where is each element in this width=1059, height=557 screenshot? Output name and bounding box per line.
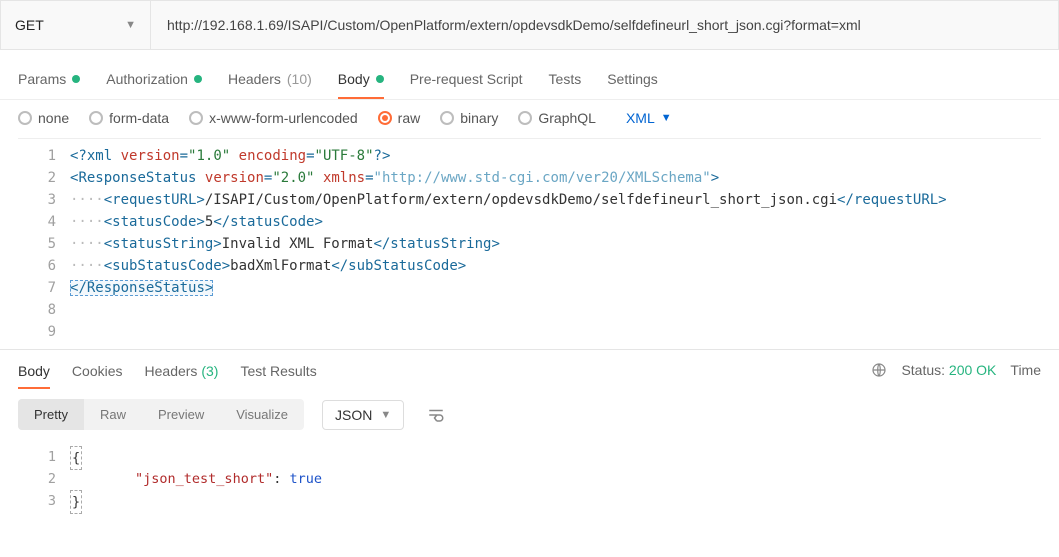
- view-preview[interactable]: Preview: [142, 399, 220, 430]
- view-visualize[interactable]: Visualize: [220, 399, 304, 430]
- http-method-select[interactable]: GET ▼: [1, 1, 151, 49]
- response-toolbar: Pretty Raw Preview Visualize JSON ▼: [0, 389, 1059, 436]
- code-area[interactable]: { "json_test_short": true }: [70, 446, 1041, 512]
- url-input[interactable]: http://192.168.1.69/ISAPI/Custom/OpenPla…: [151, 1, 1058, 49]
- body-type-xwww[interactable]: x-www-form-urlencoded: [189, 110, 358, 126]
- line-gutter: 1 2 3: [18, 446, 70, 512]
- body-type-raw[interactable]: raw: [378, 110, 421, 126]
- tab-settings[interactable]: Settings: [607, 71, 658, 99]
- chevron-down-icon: ▼: [125, 19, 136, 31]
- tab-tests[interactable]: Tests: [549, 71, 582, 99]
- response-status: Status: 200 OK: [901, 362, 996, 378]
- view-pretty[interactable]: Pretty: [18, 399, 84, 430]
- request-tabs: Params Authorization Headers (10) Body P…: [0, 58, 1059, 100]
- chevron-down-icon: ▼: [661, 112, 672, 124]
- tab-headers[interactable]: Headers (10): [228, 71, 312, 99]
- globe-icon[interactable]: [871, 362, 887, 378]
- line-gutter: 1 2 3 4 5 6 7 8 9: [18, 145, 70, 343]
- code-area[interactable]: <?xml version="1.0" encoding="UTF-8"?> <…: [70, 145, 1041, 343]
- dot-icon: [194, 75, 202, 83]
- chevron-down-icon: ▼: [380, 409, 391, 421]
- http-method-label: GET: [15, 17, 44, 33]
- tab-prerequest[interactable]: Pre-request Script: [410, 71, 523, 99]
- response-tab-testresults[interactable]: Test Results: [240, 363, 316, 389]
- response-tab-cookies[interactable]: Cookies: [72, 363, 123, 389]
- response-tab-headers[interactable]: Headers (3): [145, 363, 219, 389]
- tab-body[interactable]: Body: [338, 71, 384, 99]
- request-url-bar: GET ▼ http://192.168.1.69/ISAPI/Custom/O…: [0, 0, 1059, 50]
- response-tabs: Body Cookies Headers (3) Test Results: [18, 350, 317, 389]
- radio-icon: [18, 111, 32, 125]
- request-body-editor[interactable]: 1 2 3 4 5 6 7 8 9 <?xml version="1.0" en…: [18, 138, 1041, 343]
- body-type-binary[interactable]: binary: [440, 110, 498, 126]
- url-text: http://192.168.1.69/ISAPI/Custom/OpenPla…: [167, 17, 861, 33]
- response-tab-body[interactable]: Body: [18, 363, 50, 389]
- response-time-label: Time: [1010, 362, 1041, 378]
- body-type-row: none form-data x-www-form-urlencoded raw…: [0, 100, 1059, 134]
- radio-icon: [518, 111, 532, 125]
- tab-authorization[interactable]: Authorization: [106, 71, 202, 99]
- dot-icon: [376, 75, 384, 83]
- radio-icon: [189, 111, 203, 125]
- wrap-lines-button[interactable]: [418, 400, 454, 430]
- response-header: Body Cookies Headers (3) Test Results St…: [0, 349, 1059, 389]
- body-type-none[interactable]: none: [18, 110, 69, 126]
- radio-icon: [89, 111, 103, 125]
- body-type-form-data[interactable]: form-data: [89, 110, 169, 126]
- response-view-segmented: Pretty Raw Preview Visualize: [18, 399, 304, 430]
- radio-icon: [440, 111, 454, 125]
- body-type-graphql[interactable]: GraphQL: [518, 110, 596, 126]
- dot-icon: [72, 75, 80, 83]
- raw-format-select[interactable]: XML ▼: [626, 110, 672, 126]
- response-body-editor[interactable]: 1 2 3 { "json_test_short": true }: [18, 440, 1041, 512]
- view-raw[interactable]: Raw: [84, 399, 142, 430]
- response-format-select[interactable]: JSON ▼: [322, 400, 404, 430]
- radio-icon: [378, 111, 392, 125]
- tab-params[interactable]: Params: [18, 71, 80, 99]
